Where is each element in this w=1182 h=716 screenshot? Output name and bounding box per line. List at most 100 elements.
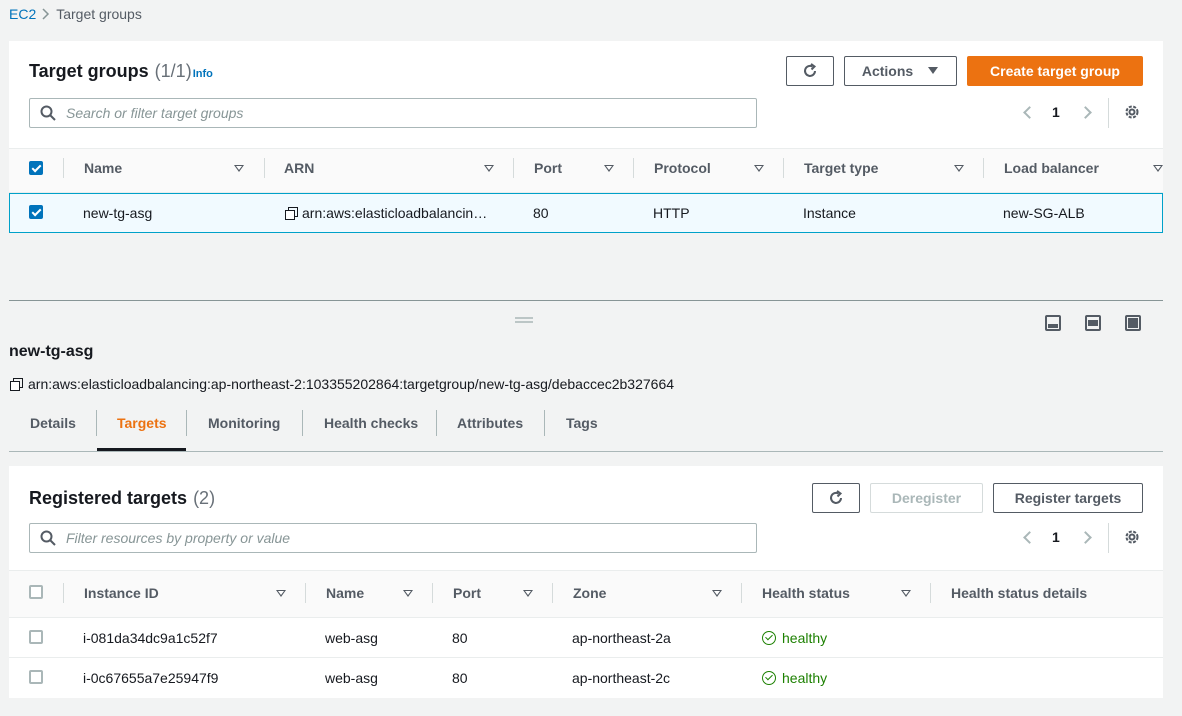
select-all-checkbox[interactable] [29,585,43,599]
row-checkbox[interactable] [29,670,43,684]
column-divider [513,158,514,178]
pager-divider [1108,523,1109,553]
tab-divider [96,410,97,436]
table-row[interactable] [9,193,1163,233]
tab-tags[interactable]: Tags [566,415,598,431]
tab-targets[interactable]: Targets [117,415,167,431]
panel-bottom-icon[interactable] [1045,315,1061,331]
column-divider [783,158,784,178]
caret-down-icon [928,67,939,74]
target-type-cell: Instance [803,205,856,221]
select-all-checkbox[interactable] [29,161,43,175]
column-header-protocol[interactable]: Protocol [654,160,711,176]
tab-divider [186,410,187,436]
search-icon [40,530,56,546]
zone-cell: ap-northeast-2a [572,630,671,646]
copy-icon[interactable] [10,378,23,391]
port-cell: 80 [452,630,468,646]
column-divider [63,583,64,603]
sort-icon[interactable] [954,165,964,172]
column-header-arn[interactable]: ARN [284,160,314,176]
sort-icon[interactable] [276,590,286,597]
status-ok-icon [762,671,776,685]
column-header-load-balancer[interactable]: Load balancer [1004,160,1099,176]
sort-icon[interactable] [234,165,244,172]
target-groups-search[interactable] [29,98,757,128]
registered-targets-search-input[interactable] [66,530,666,546]
panel-full-icon[interactable] [1125,315,1141,331]
sort-icon[interactable] [1153,165,1163,172]
column-header-health-status[interactable]: Health status [762,585,850,601]
panel-side-icon[interactable] [1085,315,1101,331]
column-header-name[interactable]: Name [326,585,364,601]
page-title: Target groups [29,61,149,81]
gear-icon[interactable] [1124,529,1140,545]
zone-cell: ap-northeast-2c [572,670,671,686]
info-link[interactable]: Info [193,68,213,80]
actions-label: Actions [861,63,914,79]
tab-health-checks[interactable]: Health checks [324,415,418,431]
deregister-button[interactable]: Deregister [870,483,983,513]
register-targets-button[interactable]: Register targets [993,483,1143,513]
page-number[interactable]: 1 [1052,104,1060,120]
instance-id-link[interactable]: i-0c67655a7e25947f9 [83,670,218,686]
sort-icon[interactable] [754,165,764,172]
registered-targets-search[interactable] [29,523,757,553]
column-header-target-type[interactable]: Target type [804,160,878,176]
health-status-text: healthy [782,670,828,686]
gear-icon[interactable] [1124,104,1140,120]
registered-targets-count: (2) [193,488,216,508]
refresh-icon [830,490,843,504]
create-target-group-button[interactable]: Create target group [967,56,1143,86]
tab-divider [436,410,437,436]
row-checkbox[interactable] [29,205,43,219]
column-divider [432,583,433,603]
port-cell: 80 [533,205,549,221]
port-cell: 80 [452,670,468,686]
row-checkbox[interactable] [29,630,43,644]
column-divider [552,583,553,603]
refresh-button[interactable] [786,56,834,86]
tab-details[interactable]: Details [30,415,76,431]
target-groups-search-input[interactable] [66,105,666,121]
target-groups-count: (1/1) [154,61,192,81]
column-header-health-status-details[interactable]: Health status details [951,585,1087,601]
column-header-instance-id[interactable]: Instance ID [84,585,159,601]
status-ok-icon [762,631,776,645]
split-divider[interactable] [9,300,1163,301]
search-icon [40,105,56,121]
page-number[interactable]: 1 [1052,529,1060,545]
column-header-port[interactable]: Port [534,160,562,176]
column-header-port[interactable]: Port [453,585,481,601]
target-groups-header: Target groups (1/1) Info [29,61,213,82]
registered-targets-header: Registered targets (2) [29,488,215,509]
refresh-button[interactable] [812,483,860,513]
column-divider [741,583,742,603]
breadcrumb-ec2-link[interactable]: EC2 [9,6,36,22]
column-divider [264,158,265,178]
sort-icon[interactable] [523,590,533,597]
instance-id-link[interactable]: i-081da34dc9a1c52f7 [83,630,218,646]
pager-divider [1108,98,1109,128]
sort-icon[interactable] [403,590,413,597]
drag-handle-icon[interactable] [514,316,534,324]
target-group-name-link[interactable]: new-tg-asg [83,205,152,221]
column-divider [305,583,306,603]
sort-icon[interactable] [712,590,722,597]
actions-button[interactable]: Actions [844,56,957,86]
tab-monitoring[interactable]: Monitoring [208,415,280,431]
sort-icon[interactable] [484,165,494,172]
breadcrumb-current: Target groups [56,6,142,22]
health-status-text: healthy [782,630,828,646]
sort-icon[interactable] [604,165,614,172]
copy-icon[interactable] [285,207,298,220]
name-cell: web-asg [325,630,378,646]
column-divider [633,158,634,178]
detail-title: new-tg-asg [9,343,94,360]
table-header-row [9,148,1163,193]
tab-attributes[interactable]: Attributes [457,415,523,431]
column-header-zone[interactable]: Zone [573,585,606,601]
column-header-name[interactable]: Name [84,160,122,176]
health-status-badge: healthy [762,670,827,686]
sort-icon[interactable] [901,590,911,597]
